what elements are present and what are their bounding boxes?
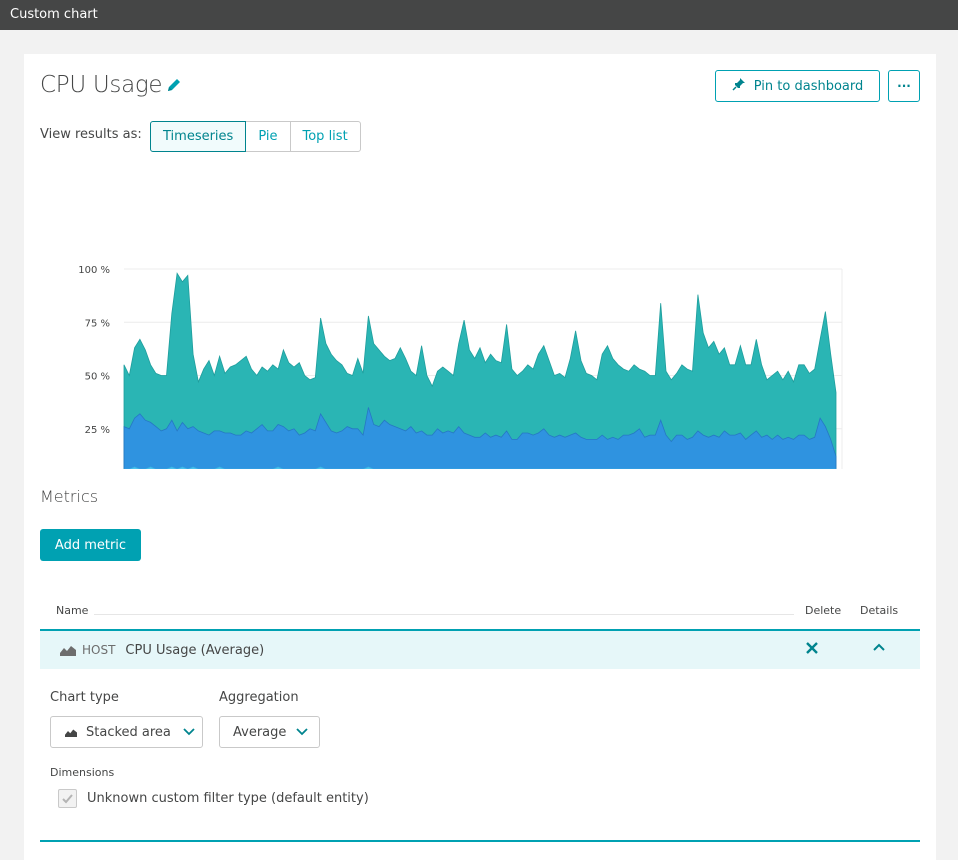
- pin-to-dashboard-button[interactable]: Pin to dashboard: [715, 70, 880, 102]
- view-mode-selector: Timeseries Pie Top list: [150, 121, 361, 152]
- window-title-bar: Custom chart: [0, 0, 958, 30]
- add-metric-button[interactable]: Add metric: [40, 529, 141, 561]
- aggregation-value: Average: [233, 724, 287, 740]
- chart-type-label: Chart type: [50, 690, 119, 705]
- section-divider: [40, 840, 920, 842]
- chart-card: CPU Usage Pin to dashboard ··· View resu…: [24, 54, 936, 860]
- aggregation-select[interactable]: Average: [219, 716, 320, 748]
- metric-row[interactable]: HOST CPU Usage (Average): [40, 629, 920, 669]
- more-icon: ···: [897, 79, 911, 93]
- chevron-down-icon: [183, 728, 195, 736]
- window-title: Custom chart: [10, 7, 98, 22]
- edit-pencil-icon[interactable]: [165, 76, 183, 94]
- tab-timeseries[interactable]: Timeseries: [150, 121, 247, 152]
- column-header-delete: Delete: [805, 604, 842, 617]
- y-tick-label: 100 %: [78, 265, 110, 276]
- page-title: CPU Usage: [40, 72, 163, 98]
- chevron-down-icon: [296, 728, 309, 736]
- y-tick-label: 50 %: [85, 372, 110, 383]
- pin-icon: [732, 77, 746, 95]
- column-header-details: Details: [860, 604, 899, 617]
- dimensions-label: Dimensions: [50, 766, 115, 779]
- column-header-name: Name: [56, 604, 89, 617]
- chart-type-value: Stacked area: [86, 724, 171, 740]
- title-row: CPU Usage: [40, 72, 183, 98]
- metric-entity-type: HOST: [82, 643, 116, 657]
- header-divider: [94, 614, 794, 615]
- area-chart-icon: [65, 728, 77, 737]
- more-options-button[interactable]: ···: [888, 70, 920, 102]
- delete-metric-icon[interactable]: [805, 640, 819, 659]
- collapse-details-icon[interactable]: [872, 639, 886, 658]
- tab-pie[interactable]: Pie: [245, 121, 291, 152]
- area-chart-icon: [60, 644, 76, 656]
- pin-label: Pin to dashboard: [753, 78, 864, 94]
- tab-top-list[interactable]: Top list: [289, 121, 361, 152]
- aggregation-label: Aggregation: [219, 690, 299, 705]
- y-tick-label: 25 %: [85, 425, 110, 436]
- y-tick-label: 75 %: [85, 318, 110, 329]
- chart-type-select[interactable]: Stacked area: [50, 716, 203, 748]
- dimension-checkbox[interactable]: [58, 789, 77, 808]
- view-results-label: View results as:: [40, 127, 142, 142]
- metric-name: CPU Usage (Average): [125, 642, 265, 658]
- dimension-label: Unknown custom filter type (default enti…: [87, 791, 369, 806]
- metrics-heading: Metrics: [40, 487, 99, 506]
- checkmark-icon: [62, 794, 73, 804]
- cpu-usage-chart: 100 %75 %50 %25 %0 %10:3010:4511:0011:15…: [78, 265, 843, 469]
